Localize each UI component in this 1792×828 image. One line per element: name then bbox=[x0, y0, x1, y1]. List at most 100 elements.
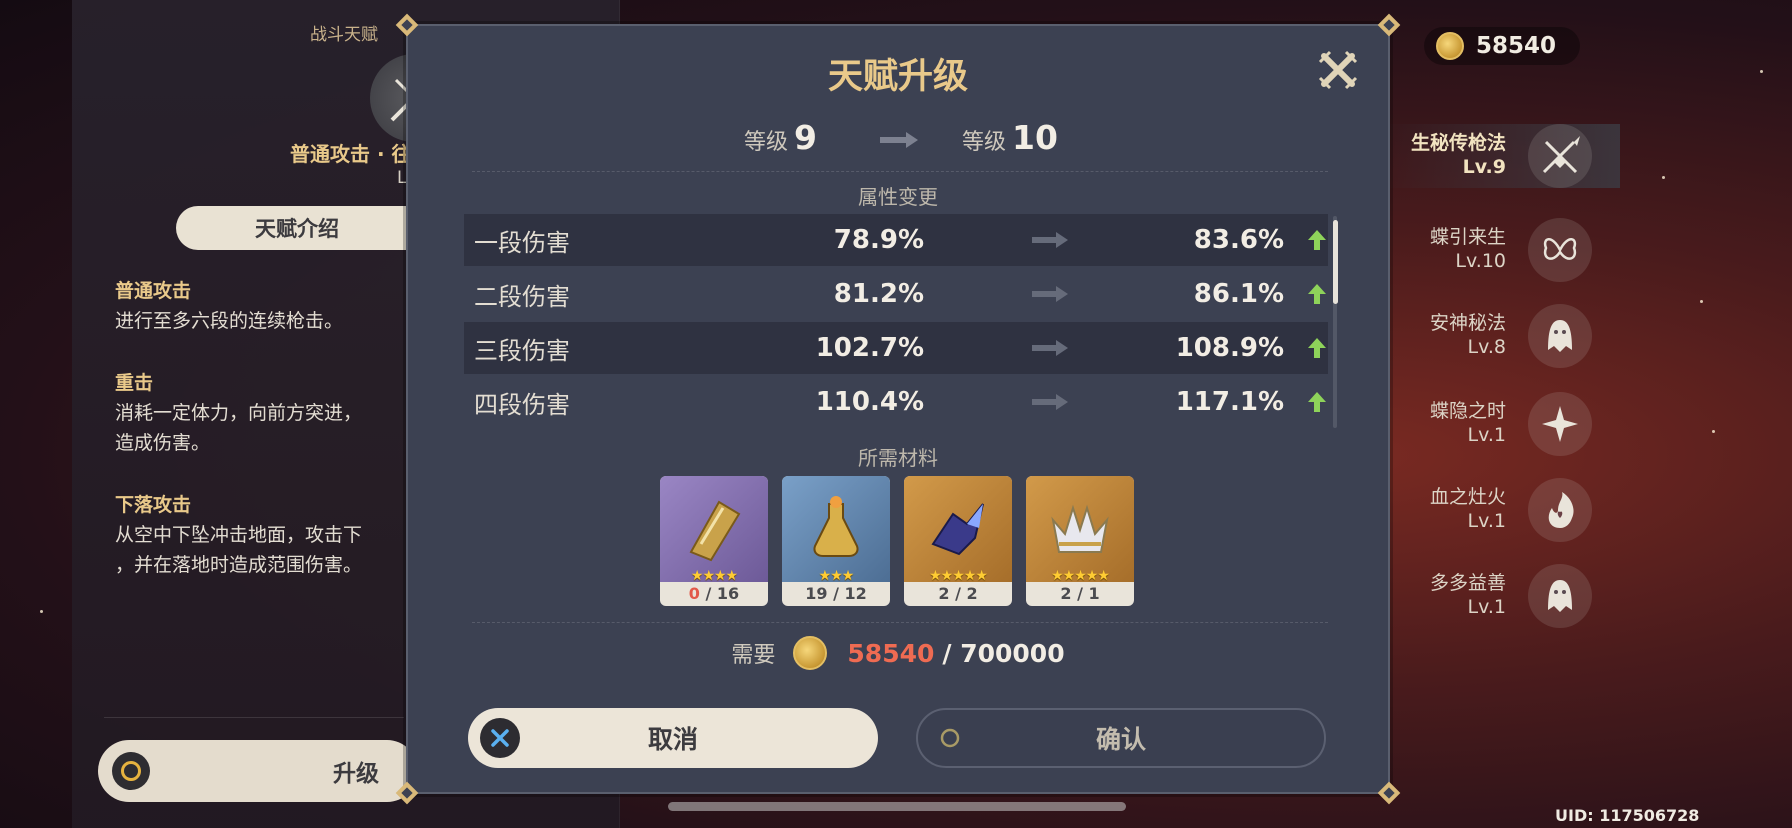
mora-coin-icon bbox=[1436, 32, 1464, 60]
desc-heading: 重击 bbox=[115, 372, 154, 394]
up-arrow-icon bbox=[1308, 230, 1326, 250]
talent-item-passive-3[interactable]: 多多益善 Lv.1 bbox=[1380, 564, 1620, 628]
stat-row: 二段伤害 81.2% 86.1% bbox=[464, 268, 1328, 320]
material-item[interactable]: ★★★★★ 2 / 1 bbox=[1026, 476, 1134, 606]
level-label: 等级 bbox=[744, 130, 789, 155]
cancel-label: 取消 bbox=[647, 725, 698, 754]
talent-item-passive-2[interactable]: 血之灶火 Lv.1 bbox=[1380, 478, 1620, 542]
stat-current: 102.7% bbox=[815, 333, 924, 363]
confirm-label: 确认 bbox=[1095, 725, 1146, 754]
talent-item-name: 生秘传枪法 bbox=[1410, 132, 1506, 154]
stat-next: 83.6% bbox=[1193, 225, 1284, 255]
flame-icon bbox=[1528, 478, 1592, 542]
upgrade-button[interactable]: 升级 bbox=[98, 740, 418, 802]
stat-row: 一段伤害 78.9% 83.6% bbox=[464, 214, 1328, 266]
up-arrow-icon bbox=[1308, 284, 1326, 304]
material-count: 0 / 16 bbox=[688, 584, 740, 603]
uid-label: UID: 117506728 bbox=[1555, 806, 1700, 825]
upgrade-label: 升级 bbox=[333, 761, 379, 787]
desc-heading: 下落攻击 bbox=[115, 494, 192, 516]
up-arrow-icon bbox=[1308, 338, 1326, 358]
talent-item-level: Lv.10 bbox=[1455, 250, 1506, 272]
material-item[interactable]: ★★★★★ 2 / 2 bbox=[904, 476, 1012, 606]
arrow-right-icon bbox=[1032, 340, 1068, 356]
talent-item-skill[interactable]: 蝶引来生 Lv.10 bbox=[1380, 218, 1620, 282]
material-item[interactable]: ★★★★ 0 / 16 bbox=[660, 476, 768, 606]
dialog-title: 天赋升级 bbox=[827, 57, 968, 97]
spear-icon bbox=[1528, 124, 1592, 188]
up-arrow-icon bbox=[1308, 392, 1326, 412]
star-sparkle bbox=[1760, 70, 1763, 73]
butterfly-icon bbox=[1528, 218, 1592, 282]
desc-line: ，并在落地时造成范围伤害。 bbox=[115, 554, 363, 576]
desc-line: 造成伤害。 bbox=[115, 432, 211, 454]
divider bbox=[104, 717, 404, 718]
desc-line: 消耗一定体力，向前方突进， bbox=[115, 402, 363, 424]
star-sparkle bbox=[40, 610, 43, 613]
confirm-ring-icon bbox=[112, 752, 150, 790]
crystal-icon bbox=[904, 476, 1012, 582]
stat-next: 86.1% bbox=[1193, 279, 1284, 309]
sparkle-icon bbox=[1528, 392, 1592, 456]
cost-label: 需要 bbox=[731, 643, 776, 668]
ghost-icon bbox=[1528, 564, 1592, 628]
scroll-icon bbox=[660, 476, 768, 582]
rarity-stars: ★★★ bbox=[818, 568, 855, 584]
divider bbox=[472, 171, 1328, 172]
talent-upgrade-dialog: 天赋升级 等级 9 等级 10 属性变更 一段伤害 78.9% 83.6% 二段… bbox=[406, 24, 1390, 794]
material-count: 2 / 2 bbox=[938, 584, 978, 603]
attr-header: 属性变更 bbox=[858, 185, 938, 209]
level-value: 9 bbox=[794, 118, 817, 157]
material-count: 2 / 1 bbox=[1060, 584, 1100, 603]
stat-row: 四段伤害 110.4% 117.1% bbox=[464, 376, 1328, 428]
stat-current: 110.4% bbox=[815, 387, 924, 417]
ghost-icon bbox=[1528, 304, 1592, 368]
stat-name: 二段伤害 bbox=[474, 282, 570, 311]
talent-item-name: 安神秘法 bbox=[1429, 312, 1506, 334]
tab-talent-intro[interactable]: 天赋介绍 bbox=[176, 206, 418, 250]
talent-item-level: Lv.1 bbox=[1467, 510, 1506, 532]
stat-current: 81.2% bbox=[833, 279, 924, 309]
material-count: 19 / 12 bbox=[805, 584, 867, 603]
talent-item-name: 多多益善 bbox=[1429, 572, 1506, 594]
talent-item-burst[interactable]: 安神秘法 Lv.8 bbox=[1380, 304, 1620, 368]
stats-scroll-thumb[interactable] bbox=[1333, 220, 1338, 304]
material-item[interactable]: ★★★ 19 / 12 bbox=[782, 476, 890, 606]
star-sparkle bbox=[1700, 300, 1703, 303]
talent-item-name: 血之灶火 bbox=[1429, 486, 1506, 508]
corner-ornament bbox=[1376, 12, 1402, 38]
arrow-right-icon bbox=[1032, 394, 1068, 410]
talent-item-level: Lv.8 bbox=[1467, 336, 1506, 358]
star-sparkle bbox=[1712, 430, 1715, 433]
materials-header: 所需材料 bbox=[858, 446, 938, 470]
corner-ornament bbox=[1376, 780, 1402, 806]
mora-counter: 58540 bbox=[1424, 27, 1580, 65]
corner-ornament bbox=[394, 12, 420, 38]
level-value: 10 bbox=[1012, 118, 1058, 157]
stat-row: 三段伤害 102.7% 108.9% bbox=[464, 322, 1328, 374]
level-from: 等级 9 bbox=[744, 118, 817, 157]
home-indicator[interactable] bbox=[668, 802, 1126, 811]
close-button[interactable] bbox=[1318, 50, 1358, 90]
stat-next: 108.9% bbox=[1175, 333, 1284, 363]
stat-current: 78.9% bbox=[833, 225, 924, 255]
stat-name: 四段伤害 bbox=[474, 390, 570, 419]
star-sparkle bbox=[1662, 176, 1665, 179]
rarity-stars: ★★★★ bbox=[690, 568, 738, 584]
confirm-button[interactable]: 确认 bbox=[916, 708, 1326, 768]
close-icon bbox=[1318, 50, 1358, 90]
talent-item-passive-1[interactable]: 蝶隐之时 Lv.1 bbox=[1380, 392, 1620, 456]
stat-next: 117.1% bbox=[1175, 387, 1284, 417]
section-title: 战斗天赋 bbox=[310, 25, 378, 45]
mora-need: / 700000 bbox=[942, 638, 1065, 668]
talent-item-level: Lv.1 bbox=[1467, 424, 1506, 446]
divider bbox=[472, 622, 1328, 623]
desc-heading: 普通攻击 bbox=[115, 280, 192, 302]
mora-cost: 需要 58540 / 700000 bbox=[408, 636, 1388, 670]
talent-item-normal-attack[interactable]: 生秘传枪法 Lv.9 bbox=[1380, 124, 1620, 188]
arrow-right-icon bbox=[1032, 286, 1068, 302]
cancel-button[interactable]: 取消 bbox=[468, 708, 878, 768]
arrow-right-icon bbox=[1032, 232, 1068, 248]
crown-icon bbox=[1026, 476, 1134, 582]
talent-item-name: 蝶隐之时 bbox=[1429, 400, 1506, 422]
